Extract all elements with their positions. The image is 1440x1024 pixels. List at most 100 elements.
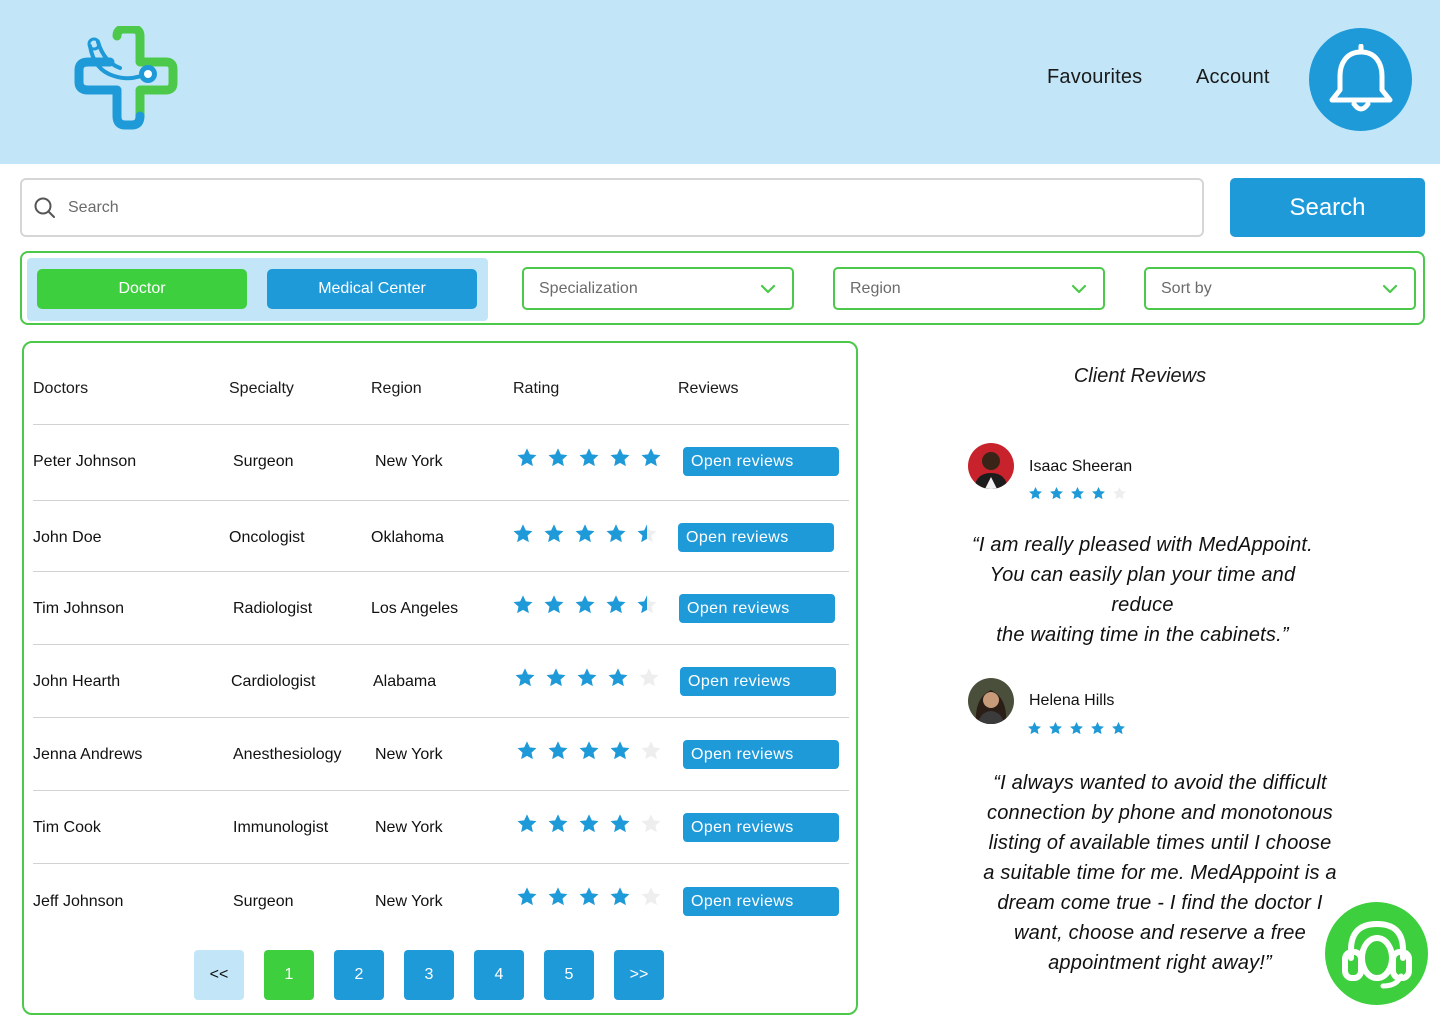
star-filled-icon <box>1029 486 1042 500</box>
open-reviews-button[interactable]: Open reviews <box>683 887 839 916</box>
star-filled-icon <box>577 668 597 687</box>
row-divider <box>33 571 849 572</box>
review-quote-line: a suitable time for me. MedAppoint is a <box>983 862 1337 884</box>
pagination-prev-button[interactable]: << <box>194 950 244 1000</box>
search-input[interactable] <box>68 198 1148 217</box>
pagination-page-1[interactable]: 1 <box>264 950 314 1000</box>
star-half-icon <box>637 524 657 543</box>
star-filled-icon <box>1092 486 1105 500</box>
medical-center-toggle-button[interactable]: Medical Center <box>267 269 477 309</box>
open-reviews-button[interactable]: Open reviews <box>683 813 839 842</box>
pagination-page-2[interactable]: 2 <box>334 950 384 1000</box>
doctor-specialty: Surgeon <box>233 453 294 470</box>
search-button[interactable]: Search <box>1230 178 1425 237</box>
open-reviews-button[interactable]: Open reviews <box>679 594 835 623</box>
row-divider <box>33 644 849 645</box>
open-reviews-button[interactable]: Open reviews <box>683 447 839 476</box>
star-half-icon <box>637 595 657 614</box>
pagination-page-4[interactable]: 4 <box>474 950 524 1000</box>
star-filled-icon <box>608 668 628 687</box>
star-filled-icon <box>515 668 535 687</box>
doctors-table: Doctors Specialty Region Rating Reviews … <box>22 341 858 1015</box>
column-header-specialty: Specialty <box>229 380 294 397</box>
star-filled-icon <box>579 887 599 906</box>
specialization-dropdown[interactable]: Specialization <box>522 267 794 310</box>
star-empty-icon <box>1113 486 1126 500</box>
doctor-region: New York <box>375 819 443 836</box>
search-field[interactable] <box>20 178 1204 237</box>
pagination-page-3[interactable]: 3 <box>404 950 454 1000</box>
pagination-page-5[interactable]: 5 <box>544 950 594 1000</box>
star-filled-icon <box>579 741 599 760</box>
star-empty-icon <box>639 668 659 687</box>
open-reviews-button[interactable]: Open reviews <box>678 523 834 552</box>
star-filled-icon <box>610 741 630 760</box>
star-filled-icon <box>1071 486 1084 500</box>
review-quote: “I always wanted to avoid the difficult … <box>960 768 1360 978</box>
doctor-region: New York <box>375 893 443 910</box>
header: Favourites Account <box>0 0 1440 164</box>
star-filled-icon <box>546 668 566 687</box>
doctor-name: Peter Johnson <box>33 453 137 470</box>
star-empty-icon <box>641 814 661 833</box>
open-reviews-button[interactable]: Open reviews <box>683 740 839 769</box>
star-filled-icon <box>606 524 626 543</box>
star-filled-icon <box>579 448 599 467</box>
star-filled-icon <box>517 887 537 906</box>
sort-by-dropdown[interactable]: Sort by <box>1144 267 1416 310</box>
support-chat-button[interactable] <box>1325 902 1428 1005</box>
review-quote-line: listing of available times until I choos… <box>988 832 1332 854</box>
review-quote-line: dream come true - I find the doctor I <box>997 892 1323 914</box>
client-reviews-title: Client Reviews <box>1073 365 1207 387</box>
row-divider <box>33 424 849 425</box>
star-filled-icon <box>575 595 595 614</box>
star-filled-icon <box>1070 721 1083 735</box>
review-quote-line: You can easily plan your time and <box>989 564 1296 586</box>
pagination-next-button[interactable]: >> <box>614 950 664 1000</box>
headset-support-icon <box>1341 920 1412 988</box>
region-dropdown[interactable]: Region <box>833 267 1105 310</box>
reviewer-rating-stars <box>1027 721 1126 736</box>
doctor-specialty: Cardiologist <box>231 673 316 690</box>
avatar <box>968 443 1014 489</box>
nav-account-link[interactable]: Account <box>1196 66 1270 89</box>
doctor-region: New York <box>375 453 443 470</box>
doctor-specialty: Anesthesiology <box>233 746 342 763</box>
row-divider <box>33 717 849 718</box>
sort-by-dropdown-label: Sort by <box>1161 279 1212 297</box>
star-filled-icon <box>517 814 537 833</box>
star-filled-icon <box>548 814 568 833</box>
star-empty-icon <box>641 741 661 760</box>
review-quote-line: want, choose and reserve a free <box>1014 922 1306 944</box>
star-filled-icon <box>606 595 626 614</box>
nav-favourites-link[interactable]: Favourites <box>1047 66 1142 89</box>
notification-button[interactable] <box>1309 28 1412 131</box>
star-filled-icon <box>610 448 630 467</box>
star-filled-icon <box>1050 486 1063 500</box>
review-quote-line: the waiting time in the cabinets.” <box>996 624 1289 646</box>
doctor-region: Alabama <box>373 673 437 690</box>
filter-bar: Doctor Medical Center Specialization Reg… <box>20 251 1425 325</box>
star-filled-icon <box>517 741 537 760</box>
star-filled-icon <box>548 741 568 760</box>
rating-stars <box>516 886 662 908</box>
doctor-specialty: Radiologist <box>233 600 313 617</box>
search-icon <box>34 197 55 218</box>
open-reviews-button[interactable]: Open reviews <box>680 667 836 696</box>
doctor-toggle-button[interactable]: Doctor <box>37 269 247 309</box>
star-filled-icon <box>548 448 568 467</box>
star-filled-icon <box>1028 721 1041 735</box>
specialization-dropdown-label: Specialization <box>539 279 638 297</box>
rating-stars <box>512 523 658 545</box>
column-header-region: Region <box>371 380 422 397</box>
avatar <box>968 678 1014 724</box>
rating-stars <box>516 813 662 835</box>
bell-icon <box>1329 43 1392 111</box>
star-filled-icon <box>1112 721 1125 735</box>
type-toggle-group: Doctor Medical Center <box>27 258 488 321</box>
rating-stars <box>516 447 662 469</box>
doctor-specialty: Immunologist <box>233 819 329 836</box>
rating-stars <box>512 594 658 616</box>
review-quote-line: reduce <box>1111 594 1174 616</box>
medical-cross-stethoscope-logo[interactable] <box>70 24 180 130</box>
